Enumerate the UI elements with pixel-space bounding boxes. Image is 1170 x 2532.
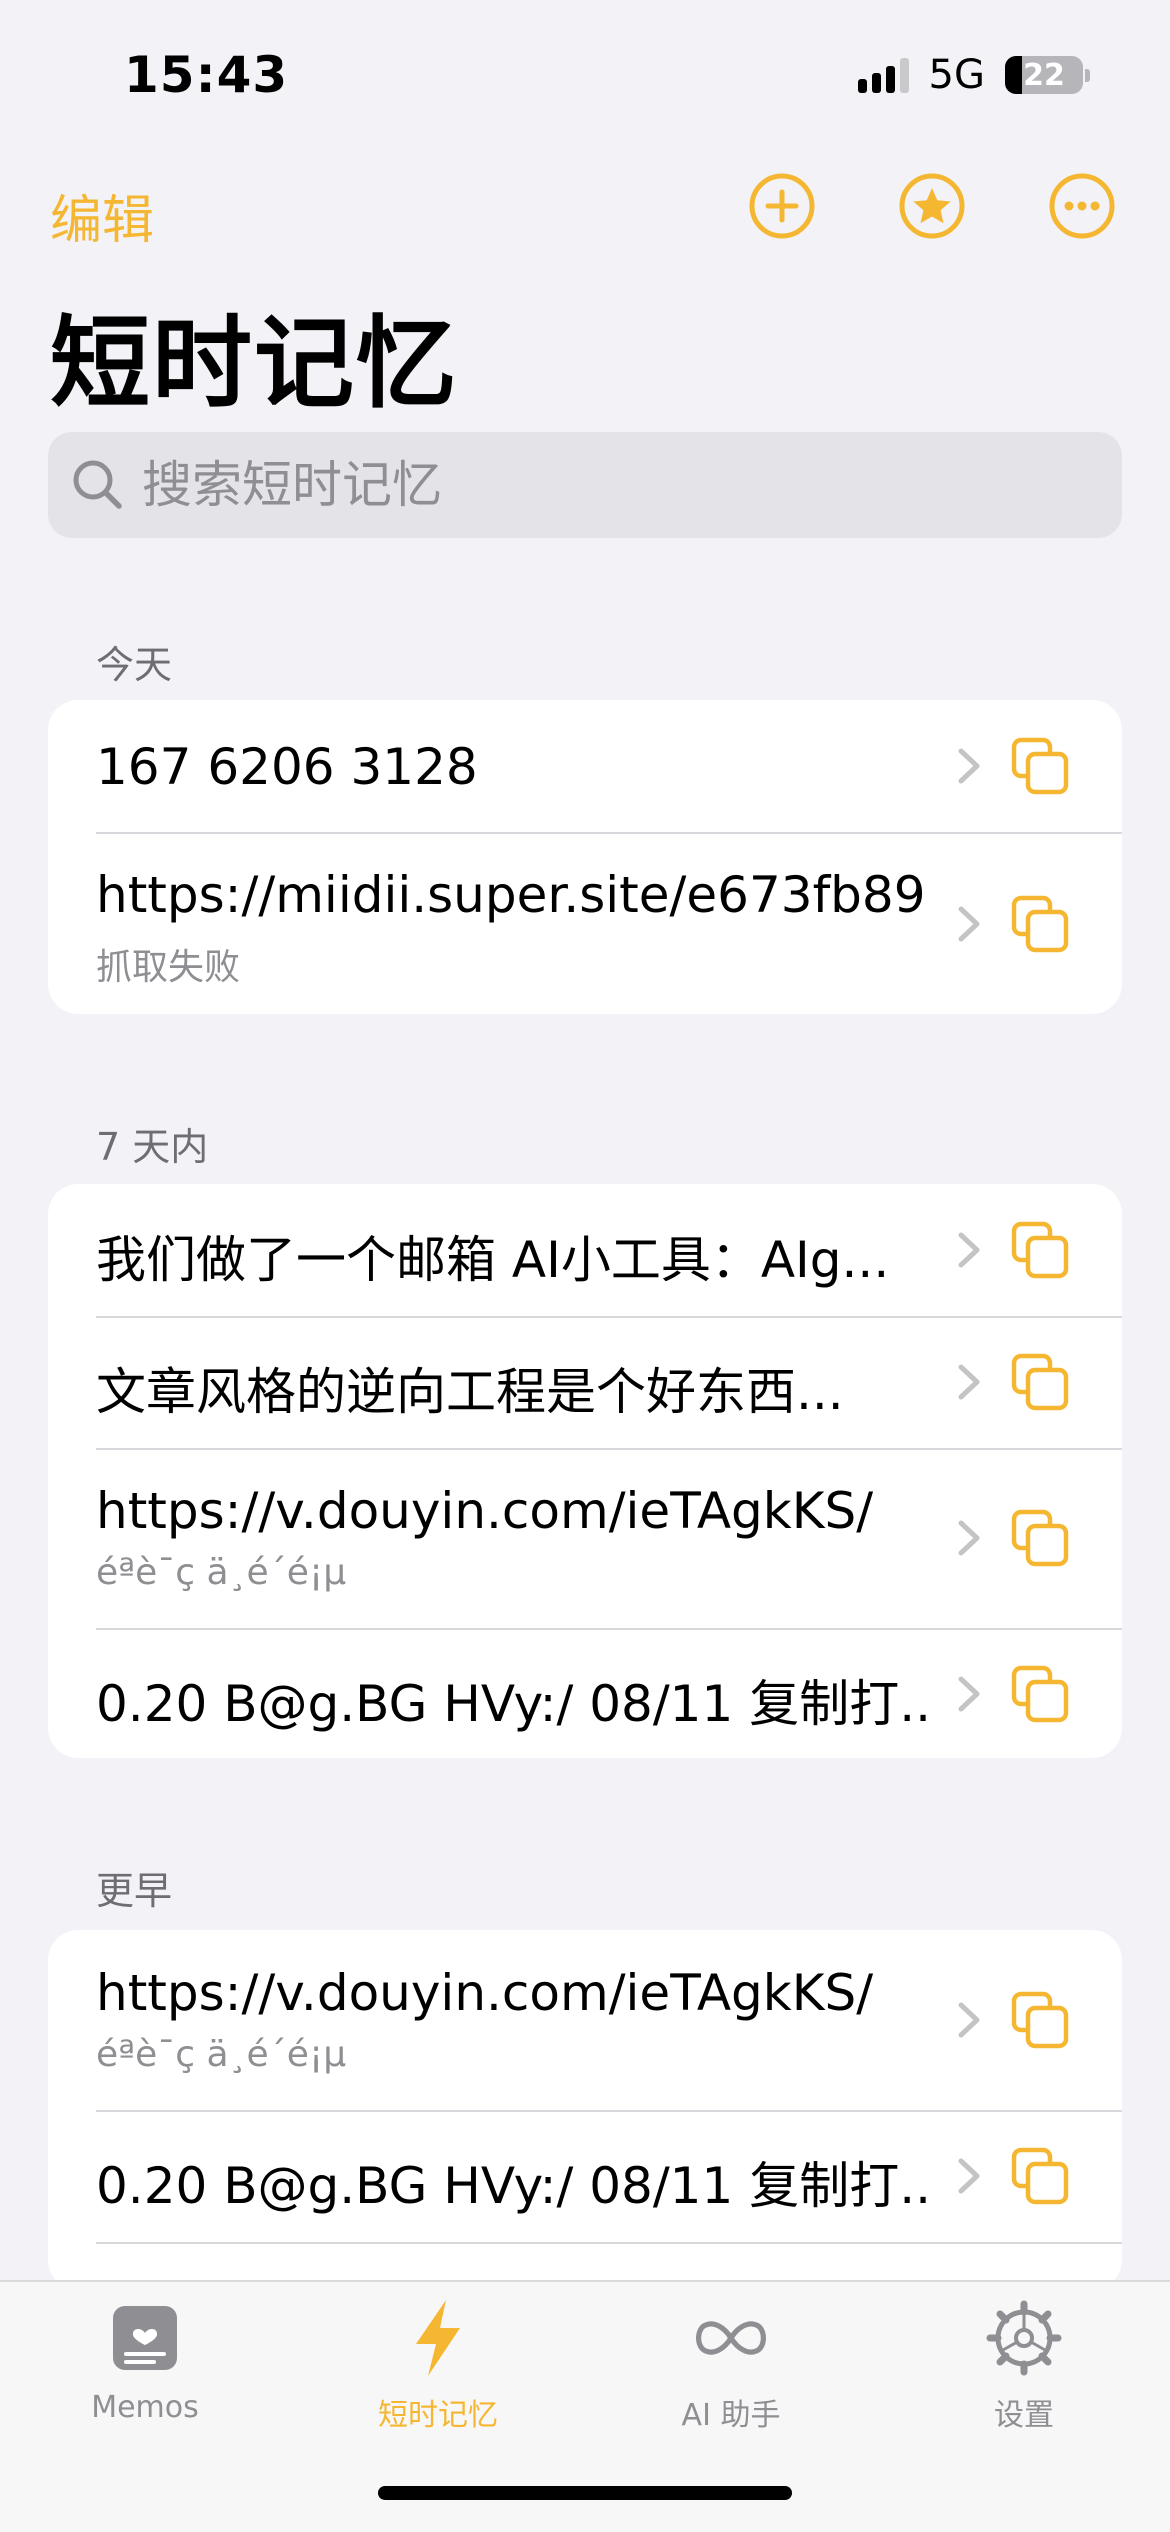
item-title: https://v.douyin.com/ieTAgkKS/ — [96, 1482, 874, 1540]
list-item[interactable]: https://v.douyin.com/ieTAgkKS/ éªè¯ç ä¸é… — [48, 1448, 1122, 1628]
status-bar: 15:43 5G 22 — [0, 0, 1170, 150]
section-header-earlier: 更早 — [96, 1869, 173, 1913]
status-time: 15:43 — [124, 46, 289, 104]
section-card-week: 我们做了一个邮箱 AI小工具：AIg... 文章风格的逆向工程是个好东西... … — [48, 1184, 1122, 1758]
search-icon — [73, 460, 122, 509]
item-title: 167 6206 3128 — [96, 738, 478, 796]
list-item[interactable]: https://miidii.super.site/e673fb89... 抓取… — [48, 832, 1122, 1014]
item-title: 0.20 B@g.BG HVy:/ 08/11 复制打... — [96, 2157, 926, 2215]
edit-button[interactable]: 编辑 — [50, 178, 154, 253]
battery-level: 22 — [1023, 57, 1065, 93]
copy-icon[interactable] — [1010, 1508, 1070, 1568]
tab-memos[interactable]: Memos — [25, 2298, 265, 2448]
copy-icon[interactable] — [1010, 1220, 1070, 1280]
chevron-right-icon — [958, 2158, 980, 2194]
tab-label: 短时记忆 — [378, 2398, 498, 2433]
list-item[interactable]: 167 6206 3128 — [48, 700, 1122, 832]
page-title: 短时记忆 — [50, 305, 458, 422]
status-indicators: 5G 22 — [857, 52, 1090, 98]
item-title: https://miidii.super.site/e673fb89... — [96, 866, 926, 924]
copy-icon[interactable] — [1010, 1664, 1070, 1724]
tab-short-term-memory[interactable]: 短时记忆 — [318, 2298, 558, 2448]
section-header-week: 7 天内 — [96, 1125, 209, 1169]
cellular-signal-icon — [857, 57, 909, 93]
star-circle-icon — [899, 173, 965, 239]
item-subtitle: 抓取失败 — [96, 947, 241, 988]
section-header-today: 今天 — [96, 643, 173, 687]
list-item[interactable]: 我们做了一个邮箱 AI小工具：AIg... — [48, 1184, 1122, 1316]
more-button[interactable] — [1048, 172, 1116, 240]
tab-label: Memos — [91, 2390, 199, 2425]
favorites-button[interactable] — [898, 172, 966, 240]
chevron-right-icon — [958, 906, 980, 942]
chevron-right-icon — [958, 1520, 980, 1556]
chevron-right-icon — [958, 748, 980, 784]
search-bar[interactable] — [48, 432, 1122, 538]
plus-circle-icon — [749, 173, 815, 239]
section-card-earlier: https://v.douyin.com/ieTAgkKS/ éªè¯ç ä¸é… — [48, 1930, 1122, 2290]
search-input[interactable] — [142, 456, 1042, 514]
copy-icon[interactable] — [1010, 1990, 1070, 2050]
list-item[interactable]: https://v.douyin.com/ieTAgkKS/ éªè¯ç ä¸é… — [48, 1930, 1122, 2110]
memo-note-icon — [113, 2306, 177, 2370]
item-subtitle: éªè¯ç ä¸é´é¡µ — [96, 1552, 347, 1593]
tab-settings[interactable]: 设置 — [904, 2298, 1144, 2448]
copy-icon[interactable] — [1010, 894, 1070, 954]
copy-icon[interactable] — [1010, 1352, 1070, 1412]
item-subtitle: éªè¯ç ä¸é´é¡µ — [96, 2034, 347, 2075]
ellipsis-circle-icon — [1049, 173, 1115, 239]
chevron-right-icon — [958, 1232, 980, 1268]
tab-label: 设置 — [994, 2398, 1054, 2433]
gear-icon — [986, 2300, 1062, 2376]
section-card-today: 167 6206 3128 https://miidii.super.site/… — [48, 700, 1122, 1014]
list-item[interactable]: 0.20 B@g.BG HVy:/ 08/11 复制打... — [48, 1628, 1122, 1758]
list-item[interactable]: 0.20 B@g.BG HVy:/ 08/11 复制打... — [48, 2110, 1122, 2242]
item-title: 0.20 B@g.BG HVy:/ 08/11 复制打... — [96, 1675, 926, 1733]
chevron-right-icon — [958, 1364, 980, 1400]
network-type: 5G — [928, 52, 985, 98]
item-title: https://v.douyin.com/ieTAgkKS/ — [96, 1964, 874, 2022]
copy-icon[interactable] — [1010, 2146, 1070, 2206]
chevron-right-icon — [958, 2002, 980, 2038]
tab-label: AI 助手 — [681, 2398, 781, 2433]
tab-ai-assistant[interactable]: AI 助手 — [611, 2298, 851, 2448]
item-title: 我们做了一个邮箱 AI小工具：AIg... — [96, 1231, 890, 1289]
battery-icon: 22 — [1005, 56, 1083, 94]
chevron-right-icon — [958, 1676, 980, 1712]
add-button[interactable] — [748, 172, 816, 240]
battery-tip — [1085, 68, 1090, 82]
list-item[interactable]: 文章风格的逆向工程是个好东西... — [48, 1316, 1122, 1448]
infinity-icon — [696, 2321, 766, 2355]
item-title: 文章风格的逆向工程是个好东西... — [96, 1363, 844, 1421]
lightning-bolt-icon — [416, 2300, 460, 2376]
copy-icon[interactable] — [1010, 736, 1070, 796]
home-indicator[interactable] — [378, 2486, 792, 2500]
